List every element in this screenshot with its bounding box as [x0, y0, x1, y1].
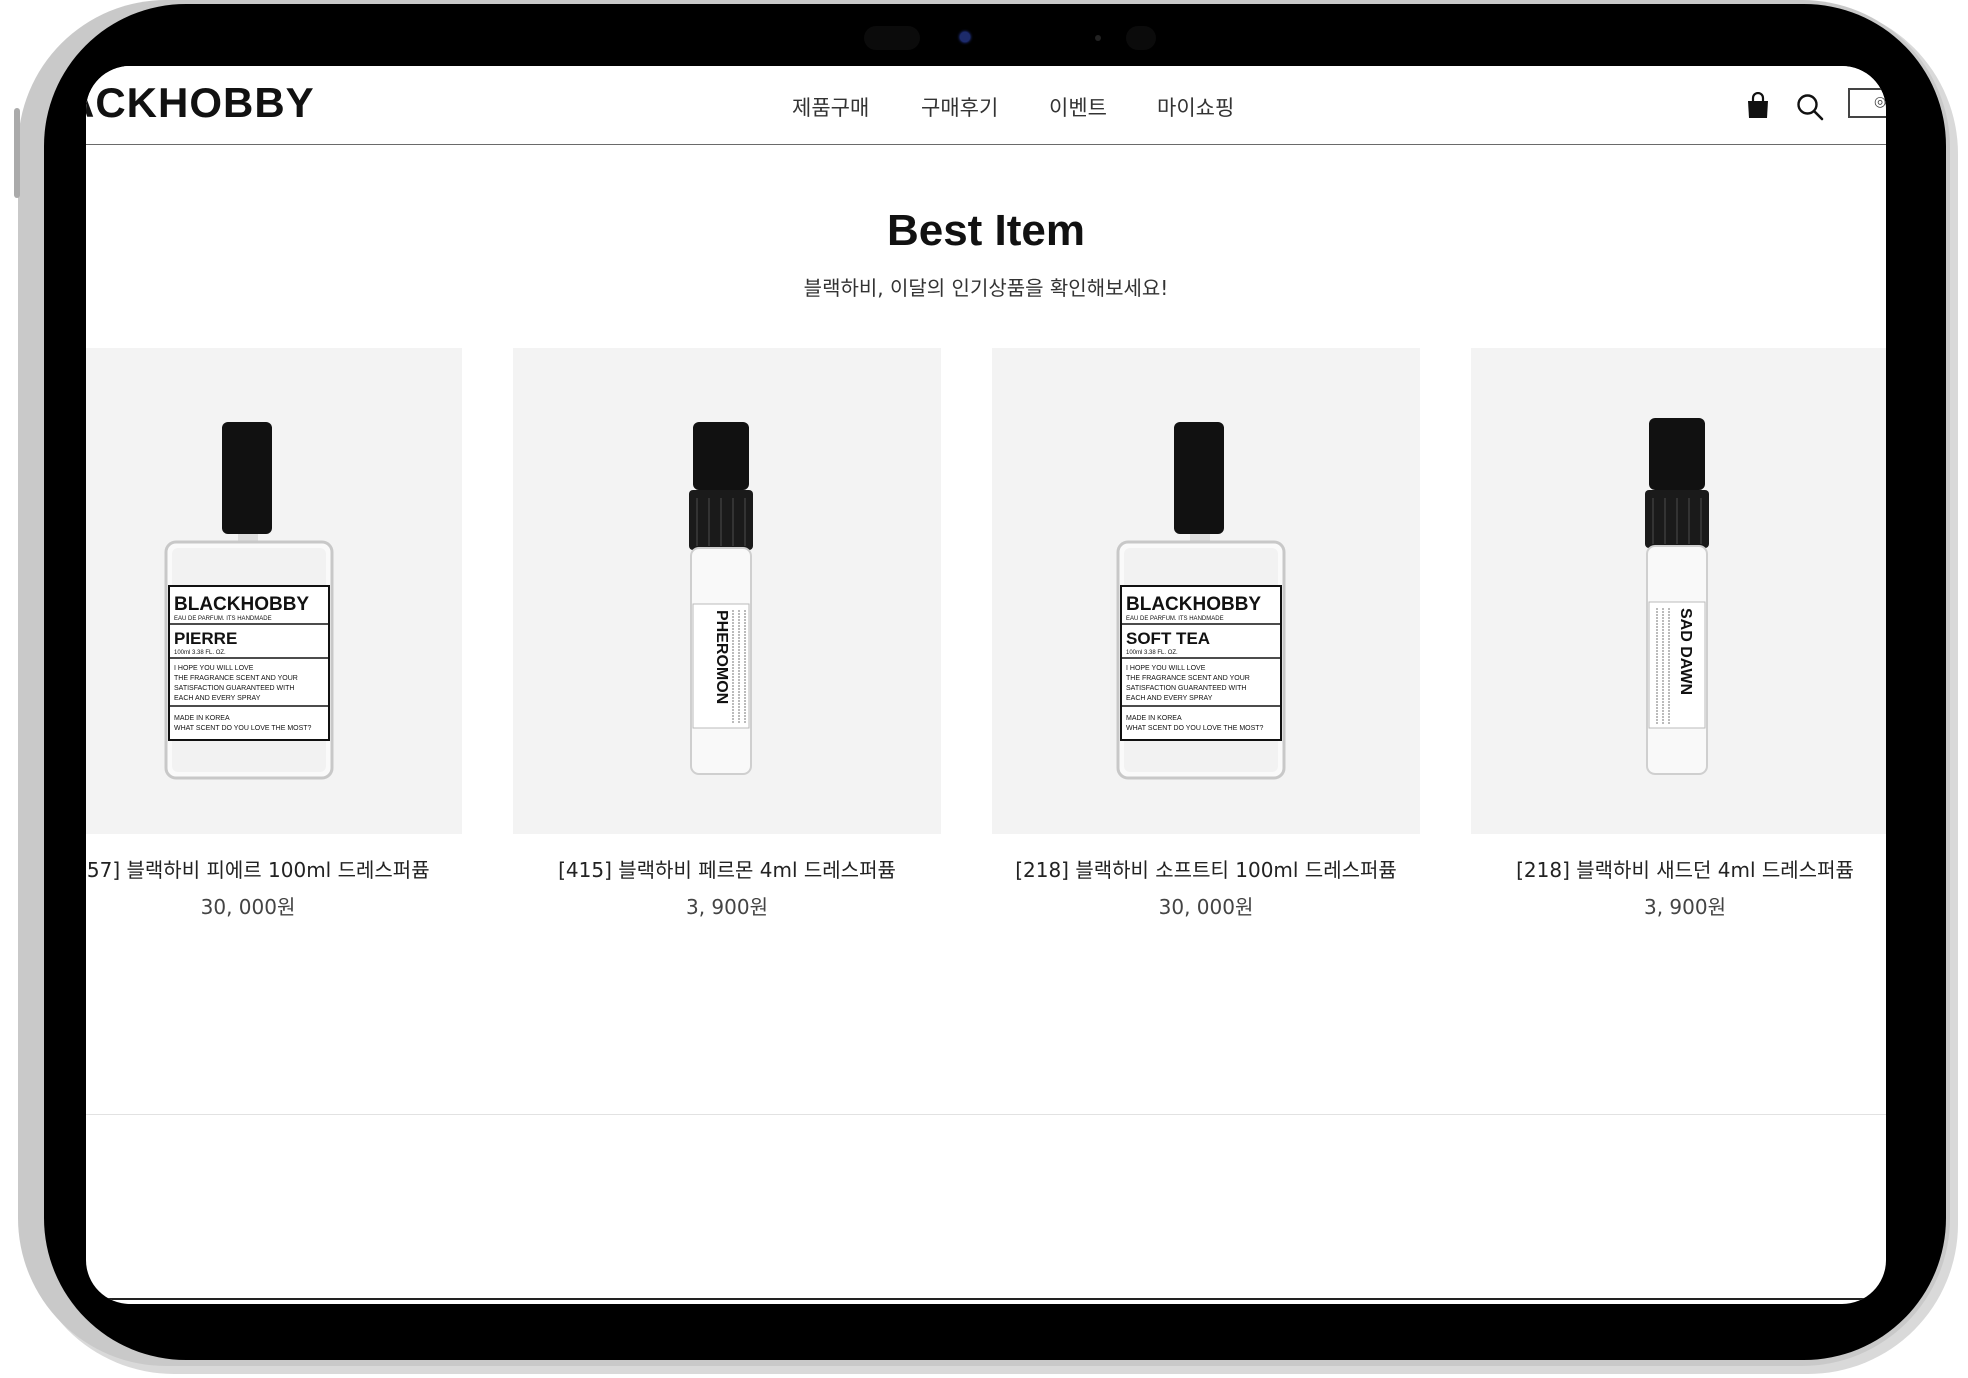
product-name[interactable]: [457] 블랙하비 피에르 100ml 드레스퍼퓸 — [86, 854, 462, 883]
product-name[interactable]: [415] 블랙하비 페르몬 4ml 드레스퍼퓸 — [513, 854, 941, 883]
shopping-bag-icon[interactable] — [1746, 91, 1770, 120]
svg-text:EAU DE PARFUM. ITS HANDMADE: EAU DE PARFUM. ITS HANDMADE — [1126, 616, 1224, 622]
product-price: 30, 000원 — [1158, 895, 1254, 919]
product-image[interactable]: PHEROMON — [513, 348, 941, 834]
svg-text:THE FRAGRANCE SCENT AND YOUR: THE FRAGRANCE SCENT AND YOUR — [174, 675, 298, 682]
nav-item-events[interactable]: 이벤트 — [1049, 92, 1107, 122]
nav-item-myshop[interactable]: 마이쇼핑 — [1157, 92, 1234, 122]
product-name[interactable]: [218] 블랙하비 소프트티 100ml 드레스퍼퓸 — [992, 854, 1420, 883]
product-card[interactable]: BLACKHOBBY EAU DE PARFUM. ITS HANDMADE S… — [992, 348, 1420, 920]
svg-text:SATISFACTION GUARANTEED WITH: SATISFACTION GUARANTEED WITH — [174, 685, 294, 692]
label-scent: SAD DAWN — [1677, 608, 1694, 695]
site-header: ACKHOBBY 제품구매 구매후기 이벤트 마이쇼핑 ◎ — [86, 66, 1886, 145]
svg-text:SATISFACTION GUARANTEED WITH: SATISFACTION GUARANTEED WITH — [1126, 685, 1246, 692]
search-icon[interactable] — [1795, 92, 1825, 122]
svg-text:100ml 3.38 FL. OZ.: 100ml 3.38 FL. OZ. — [174, 650, 226, 656]
perfume-bottle-100ml-icon: BLACKHOBBY EAU DE PARFUM. ITS HANDMADE P… — [164, 422, 334, 780]
svg-text:WHAT SCENT DO YOU LOVE THE MOS: WHAT SCENT DO YOU LOVE THE MOST? — [1126, 725, 1264, 732]
section-divider — [86, 1114, 1886, 1115]
svg-text:THE FRAGRANCE SCENT AND YOUR: THE FRAGRANCE SCENT AND YOUR — [1126, 675, 1250, 682]
svg-text:MADE IN KOREA: MADE IN KOREA — [174, 715, 230, 722]
sensor-dot — [1095, 35, 1101, 41]
product-price: 30, 000원 — [200, 895, 296, 919]
perfume-bottle-100ml-icon: BLACKHOBBY EAU DE PARFUM. ITS HANDMADE S… — [1116, 422, 1286, 780]
product-name[interactable]: [218] 블랙하비 새드던 4ml 드레스퍼퓸 — [1471, 854, 1886, 883]
svg-text:I HOPE YOU WILL LOVE: I HOPE YOU WILL LOVE — [174, 665, 254, 672]
svg-text:EACH AND EVERY SPRAY: EACH AND EVERY SPRAY — [174, 695, 261, 702]
svg-text:EAU DE PARFUM. ITS HANDMADE: EAU DE PARFUM. ITS HANDMADE — [174, 616, 272, 622]
product-image[interactable]: SAD DAWN — [1471, 348, 1886, 834]
camera-bar — [864, 22, 1164, 52]
spray-vial-4ml-icon: PHEROMON — [689, 422, 753, 775]
product-image[interactable]: BLACKHOBBY EAU DE PARFUM. ITS HANDMADE S… — [992, 348, 1420, 834]
label-brand: BLACKHOBBY — [1126, 594, 1261, 615]
sensor-pill — [864, 26, 920, 50]
label-brand: BLACKHOBBY — [174, 594, 309, 615]
svg-text:100ml 3.38 FL. OZ.: 100ml 3.38 FL. OZ. — [1126, 650, 1178, 656]
svg-text:WHAT SCENT DO YOU LOVE THE MOS: WHAT SCENT DO YOU LOVE THE MOST? — [174, 725, 312, 732]
label-scent: PHEROMON — [713, 610, 730, 704]
svg-text:EACH AND EVERY SPRAY: EACH AND EVERY SPRAY — [1126, 695, 1213, 702]
screen: ACKHOBBY 제품구매 구매후기 이벤트 마이쇼핑 ◎ Best Item … — [86, 66, 1886, 1304]
label-scent: PIERRE — [174, 629, 237, 648]
product-price: 3, 900원 — [685, 895, 768, 919]
product-card[interactable]: SAD DAWN [218] 블랙하비 새드던 4ml 드레스퍼퓸 3, 900… — [1471, 348, 1886, 920]
menu-box[interactable]: ◎ — [1848, 88, 1886, 118]
svg-text:I HOPE YOU WILL LOVE: I HOPE YOU WILL LOVE — [1126, 665, 1206, 672]
main-nav: 제품구매 구매후기 이벤트 마이쇼핑 — [86, 92, 1886, 122]
product-price: 3, 900원 — [1643, 895, 1726, 919]
volume-button — [14, 108, 20, 198]
svg-text:MADE IN KOREA: MADE IN KOREA — [1126, 715, 1182, 722]
label-scent: SOFT TEA — [1126, 629, 1210, 648]
product-image[interactable]: BLACKHOBBY EAU DE PARFUM. ITS HANDMADE P… — [86, 348, 462, 834]
nav-item-shop[interactable]: 제품구매 — [792, 92, 869, 122]
spray-vial-4ml-icon: SAD DAWN — [1645, 418, 1709, 775]
sensor-pill — [1126, 26, 1156, 50]
product-card[interactable]: PHEROMON [415] 블랙하비 페르몬 4ml 드레스퍼퓸 3, 900… — [513, 348, 941, 920]
nav-item-reviews[interactable]: 구매후기 — [921, 92, 998, 122]
footer-border — [86, 1298, 1886, 1300]
product-card[interactable]: BLACKHOBBY EAU DE PARFUM. ITS HANDMADE P… — [86, 348, 462, 920]
camera-icon — [960, 32, 970, 42]
section-subtitle: 블랙하비, 이달의 인기상품을 확인해보세요! — [803, 276, 1169, 300]
menu-glyph-icon: ◎ — [1874, 94, 1886, 110]
section-title: Best Item — [886, 206, 1086, 255]
